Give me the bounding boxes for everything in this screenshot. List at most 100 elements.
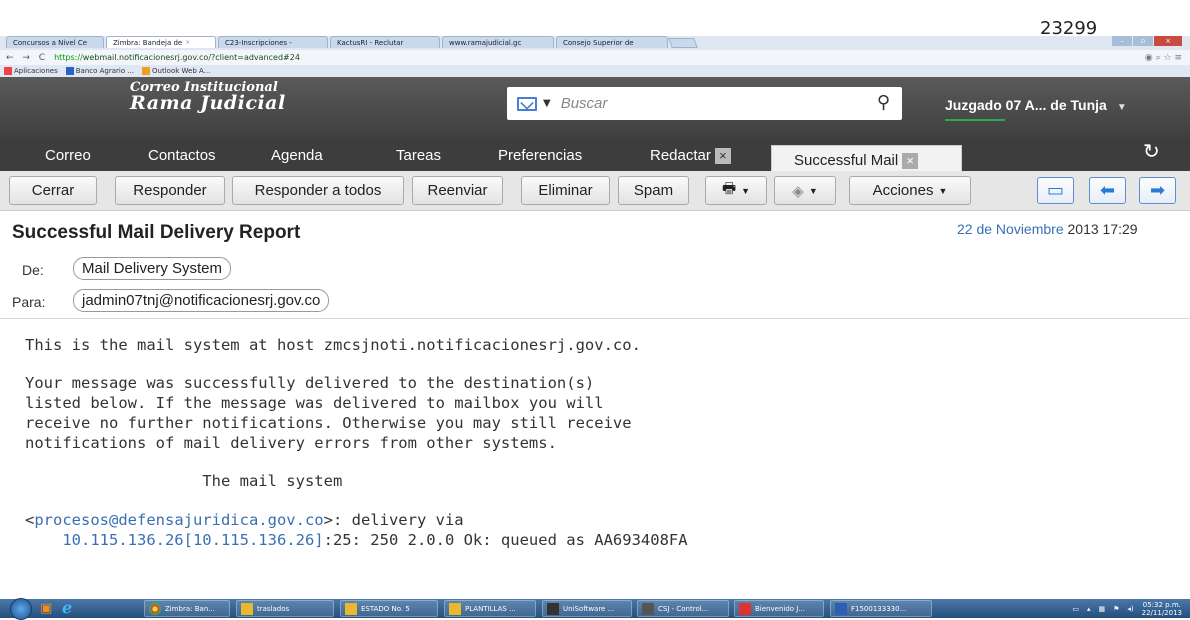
relay-ip-link[interactable]: 10.115.136.26[10.115.136.26] <box>62 531 323 549</box>
browser-tab[interactable]: Concursos a Nivel Ce <box>6 36 104 48</box>
chevron-down-icon: ▼ <box>1116 102 1127 113</box>
taskbar-item-unisoftware[interactable]: UniSoftware ... <box>542 600 632 617</box>
url-text[interactable]: https://webmail.notificacionesrj.gov.co/… <box>54 53 300 62</box>
close-icon[interactable]: × <box>902 153 919 170</box>
internet-explorer-icon[interactable]: ℯ <box>62 598 72 617</box>
minimize-icon[interactable]: – <box>1112 36 1132 46</box>
bookmark-outlook[interactable]: Outlook Web A... <box>142 66 210 75</box>
close-icon[interactable]: × <box>714 148 731 165</box>
next-arrow-icon[interactable]: ➡ <box>1139 177 1176 204</box>
message-subject: Successful Mail Delivery Report <box>12 222 301 243</box>
close-button[interactable]: Cerrar <box>9 176 97 205</box>
folder-icon <box>449 602 461 615</box>
actions-dropdown-button[interactable]: Acciones ▼ <box>849 176 971 205</box>
tab-tareas[interactable]: Tareas <box>396 147 441 164</box>
flag-icon[interactable]: ⚑ <box>1113 605 1119 613</box>
tab-redactar[interactable]: Redactar × <box>650 147 731 165</box>
search-box[interactable]: ▼ Buscar ⚲ <box>507 87 902 120</box>
tag-dropdown-button[interactable]: ◈ ▼ <box>774 176 836 205</box>
previous-arrow-icon[interactable]: ⬅ <box>1089 177 1126 204</box>
keyboard-icon[interactable]: ▭ <box>1072 605 1079 613</box>
refresh-icon[interactable]: ↻ <box>1143 139 1160 163</box>
browser-tab-active[interactable]: Zimbra: Bandeja de × <box>106 36 216 48</box>
tab-successful-mail[interactable]: Successful Mail × <box>771 145 962 171</box>
tab-contactos[interactable]: Contactos <box>148 147 216 164</box>
folder-icon <box>241 602 253 615</box>
taskbar-item-csj[interactable]: CSJ - Control... <box>637 600 729 617</box>
taskbar-item-estado[interactable]: ESTADO No. 5 <box>340 600 438 617</box>
to-address-bubble[interactable]: jadmin07tnj@notificacionesrj.gov.co <box>73 289 330 312</box>
forward-button[interactable]: Reenviar <box>412 176 503 205</box>
tab-agenda[interactable]: Agenda <box>271 147 323 164</box>
taskbar-item-zimbra[interactable]: Zimbra: Ban... <box>144 600 230 617</box>
window-app-icon <box>739 602 751 615</box>
taskbar-item-word[interactable]: F1500133330... <box>830 600 932 617</box>
user-label: Juzgado 07 A... de Tunja <box>945 97 1107 113</box>
clock[interactable]: 05:32 p.m. 22/11/2013 <box>1142 601 1182 617</box>
spam-button[interactable]: Spam <box>618 176 689 205</box>
browser-tab[interactable]: Consejo Superior de <box>556 36 668 48</box>
mail-envelope-icon[interactable] <box>517 96 537 111</box>
chevron-down-icon: ▼ <box>938 185 948 196</box>
bookmark-star-icon[interactable]: ◉ ⌕ ☆ ≡ <box>1145 53 1182 63</box>
taskbar-item-plantillas[interactable]: PLANTILLAS ... <box>444 600 536 617</box>
media-player-icon[interactable]: ▣ <box>40 601 52 616</box>
search-icon[interactable]: ⚲ <box>877 92 890 113</box>
volume-icon[interactable]: ◂) <box>1127 605 1133 613</box>
chevron-down-icon: ▼ <box>741 185 751 196</box>
tab-correo[interactable]: Correo <box>45 147 91 164</box>
bookmarks-bar: Aplicaciones Banco Agrario ... Outlook W… <box>0 65 1190 76</box>
folder-icon <box>345 602 357 615</box>
body-line: receive no further notifications. Otherw… <box>25 414 632 432</box>
url-scheme: https:// <box>54 53 83 62</box>
recipient-suffix: >: delivery via <box>323 511 464 529</box>
back-forward-reload-icons[interactable]: ← → C <box>6 53 48 63</box>
date-year-time: 2013 17:29 <box>1067 221 1138 237</box>
reply-all-button[interactable]: Responder a todos <box>232 176 404 205</box>
maximize-icon[interactable]: ▫ <box>1133 36 1153 46</box>
open-in-window-icon[interactable]: ▭ <box>1037 177 1074 204</box>
bookmark-apps[interactable]: Aplicaciones <box>4 66 58 75</box>
user-underline <box>945 119 1005 121</box>
tab-label: www.ramajudicial.gc <box>449 38 522 47</box>
user-menu[interactable]: Juzgado 07 A... de Tunja ▼ <box>945 97 1127 113</box>
body-line: listed below. If the message was deliver… <box>25 394 604 412</box>
recipient-email-link[interactable]: procesos@defensajuridica.gov.co <box>34 511 323 529</box>
date-day-month[interactable]: 22 de Noviembre <box>957 221 1064 237</box>
tab-label: Consejo Superior de <box>563 38 634 47</box>
app-header: Correo Institucional Rama Judicial ▼ Bus… <box>0 77 1190 139</box>
message-toolbar: Cerrar Responder Responder a todos Reenv… <box>0 171 1190 211</box>
tag-icon: ◈ <box>792 182 804 200</box>
network-icon[interactable]: ▦ <box>1098 605 1105 613</box>
tab-label: Successful Mail <box>794 152 899 169</box>
browser-tab[interactable]: C23-Inscripciones - <box>218 36 328 48</box>
relay-line: 10.115.136.26[10.115.136.26]:25: 250 2.0… <box>25 531 688 549</box>
reply-button[interactable]: Responder <box>115 176 225 205</box>
window-close-icon[interactable]: × <box>1154 36 1182 46</box>
body-line: This is the mail system at host zmcsjnot… <box>25 336 641 354</box>
chrome-icon <box>149 602 161 615</box>
tab-preferencias[interactable]: Preferencias <box>498 147 582 164</box>
address-bar[interactable]: ← → C https://webmail.notificacionesrj.g… <box>0 50 1190 65</box>
header-divider <box>0 318 1190 319</box>
taskbar-item-bienvenido[interactable]: Bienvenido J... <box>734 600 824 617</box>
search-input[interactable]: Buscar <box>561 95 608 112</box>
tray-arrow-icon[interactable]: ▴ <box>1087 605 1091 613</box>
app-nav-tabs: Correo Contactos Agenda Tareas Preferenc… <box>0 139 1190 171</box>
browser-tab[interactable]: KactusRI - Reclutar <box>330 36 440 48</box>
system-tray: ▭ ▴ ▦ ⚑ ◂) 05:32 p.m. 22/11/2013 <box>1072 601 1182 617</box>
delete-button[interactable]: Eliminar <box>521 176 610 205</box>
print-dropdown-button[interactable]: 🖶 ▼ <box>705 176 767 205</box>
from-address-bubble[interactable]: Mail Delivery System <box>73 257 232 280</box>
chevron-down-icon[interactable]: ▼ <box>543 98 551 109</box>
windows-start-icon[interactable] <box>10 598 32 620</box>
browser-tab[interactable]: www.ramajudicial.gc <box>442 36 554 48</box>
close-icon[interactable]: × <box>185 39 190 46</box>
csj-app-icon <box>642 602 654 615</box>
bookmark-banco[interactable]: Banco Agrario ... <box>65 66 134 75</box>
relay-status: :25: 250 2.0.0 Ok: queued as AA693408FA <box>323 531 688 549</box>
browser-tabs: Concursos a Nivel Ce Zimbra: Bandeja de ×… <box>6 36 698 49</box>
new-tab-button[interactable] <box>668 38 698 48</box>
taskbar-item-traslados[interactable]: traslados <box>236 600 334 617</box>
clock-time: 05:32 p.m. <box>1142 601 1181 609</box>
